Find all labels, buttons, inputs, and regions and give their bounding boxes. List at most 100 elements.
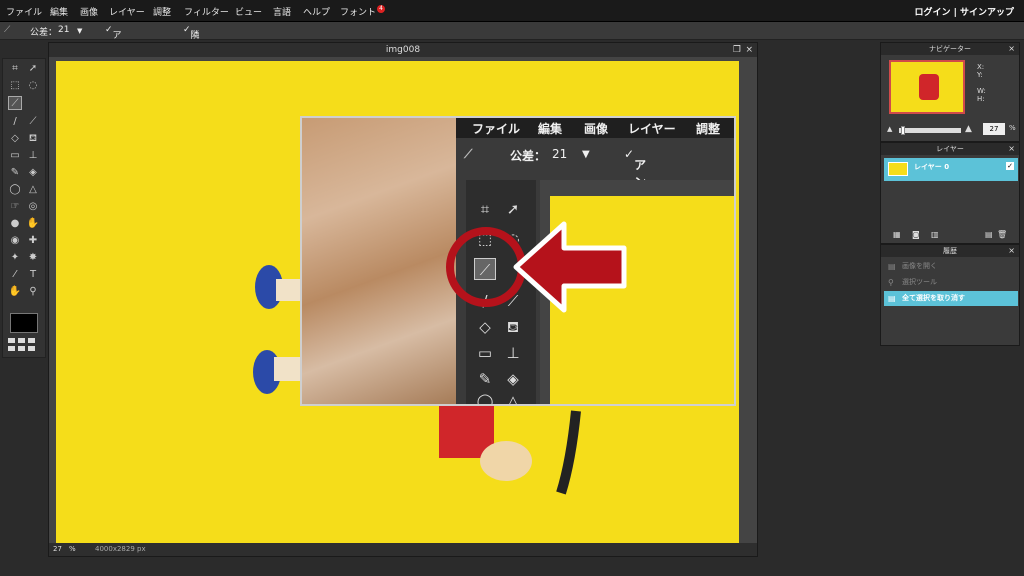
grid-cell[interactable] <box>8 338 15 343</box>
layer-settings-icon[interactable]: ▦ <box>893 230 901 239</box>
marquee-icon[interactable]: ⬚ <box>8 79 22 93</box>
grid-cell[interactable] <box>8 346 15 351</box>
antialias-checkbox[interactable]: ✓アンチエイリアス <box>105 25 122 132</box>
navigator-title-bar: ナビゲーター × <box>881 43 1019 55</box>
brush-icon[interactable]: ⟋ <box>26 115 40 129</box>
tolerance-label: 公差： <box>30 28 58 38</box>
menu-image[interactable]: 画像 <box>80 5 98 18</box>
pointer-arrow <box>513 221 627 313</box>
new-layer-icon[interactable]: ▤ <box>985 230 993 239</box>
blur-icon[interactable]: ◯ <box>8 183 22 197</box>
menu-help[interactable]: ヘルプ <box>303 5 330 18</box>
history-item[interactable]: ▤ 画像を開く <box>884 259 1018 274</box>
history-item-selected[interactable]: ▤ 全て選択を取り消す <box>884 291 1018 306</box>
smudge-icon[interactable]: ☞ <box>8 200 22 214</box>
grid-cell[interactable] <box>18 346 25 351</box>
history-open-icon: ▤ <box>888 262 896 271</box>
navigator-thumbnail[interactable] <box>889 60 965 114</box>
spot-heal-icon[interactable]: ✚ <box>26 234 40 248</box>
tools-panel: ⌗ ➚ ⬚ ◌ ⟋ / ⟋ ◇ ⛾ ▭ ⊥ ✎ ◈ ◯ △ ☞ ◎ ● ✋ ◉ … <box>2 58 46 358</box>
zoom-in-icon[interactable]: ▲ <box>965 124 972 134</box>
bucket-icon[interactable]: ⛾ <box>26 132 40 146</box>
history-select-icon: ⚲ <box>888 278 894 287</box>
font-badge: 4 <box>377 5 386 13</box>
delete-layer-icon[interactable]: 🗑 <box>997 230 1007 239</box>
sharpen-icon[interactable]: △ <box>26 183 40 197</box>
zoom-out-icon[interactable]: ▲ <box>887 125 892 133</box>
x-label: X: <box>977 63 985 71</box>
magic-wand-icon: ⟋ <box>4 25 11 35</box>
burn-icon[interactable]: ✋ <box>26 217 40 231</box>
zoom-slider[interactable] <box>899 126 961 135</box>
restore-icon[interactable]: ❐ <box>733 43 741 57</box>
zoom-icon[interactable]: ⚲ <box>26 285 40 299</box>
stamp-icon[interactable]: ⊥ <box>26 149 40 163</box>
zoom-slider-handle[interactable] <box>901 126 905 135</box>
tolerance-dropdown-icon[interactable]: ▼ <box>77 27 82 35</box>
magic-wand-tool-icon[interactable]: ⟋ <box>8 96 22 110</box>
pencil-icon[interactable]: / <box>8 115 22 129</box>
text-icon[interactable]: T <box>26 268 40 282</box>
navigator-title: ナビゲーター <box>929 45 971 53</box>
thumbnail-figure <box>919 74 939 100</box>
shape-icon[interactable]: ◈ <box>26 166 40 180</box>
move-icon[interactable]: ➚ <box>26 62 40 76</box>
red-eye-icon[interactable]: ◉ <box>8 234 22 248</box>
layers-panel: レイヤー × レイヤー 0 ✓ ▦ ◙ ▥ ▤ 🗑 <box>880 142 1020 244</box>
close-icon[interactable]: × <box>1008 143 1015 155</box>
zoom-unit: % <box>69 545 76 553</box>
image-size: 4000x2829 px <box>95 545 146 553</box>
menu-layer[interactable]: レイヤー <box>109 5 145 18</box>
menu-file[interactable]: ファイル <box>6 5 42 18</box>
tolerance-value[interactable]: 21 <box>58 25 69 35</box>
menu-language[interactable]: 言語 <box>273 5 291 18</box>
navigator-zoom-input[interactable]: 27 <box>983 123 1005 135</box>
history-panel: 履歴 × ▤ 画像を開く ⚲ 選択ツール ▤ 全て選択を取り消す <box>880 244 1020 346</box>
color-swatch[interactable] <box>10 313 38 333</box>
history-title-bar: 履歴 × <box>881 245 1019 257</box>
navigator-zoom-unit: % <box>1009 124 1016 132</box>
layer-style-icon[interactable]: ▥ <box>931 230 939 239</box>
color-replace-icon[interactable]: ✎ <box>8 166 22 180</box>
dodge-icon[interactable]: ● <box>8 217 22 231</box>
hand-icon[interactable]: ✋ <box>8 285 22 299</box>
layers-title-bar: レイヤー × <box>881 143 1019 155</box>
h-label: H: <box>977 95 985 103</box>
grid-cell[interactable] <box>28 338 35 343</box>
close-icon[interactable]: × <box>1008 245 1015 257</box>
w-label: W: <box>977 87 986 95</box>
hand <box>480 441 532 481</box>
layer-thumbnail <box>888 162 908 176</box>
color-picker-icon[interactable]: ⁄ <box>8 268 22 282</box>
crop-icon[interactable]: ⌗ <box>8 62 22 76</box>
layer-row[interactable]: レイヤー 0 ✓ <box>884 158 1018 181</box>
history-item-label: 画像を開く <box>902 262 937 270</box>
menu-adjust[interactable]: 調整 <box>153 5 171 18</box>
eraser-icon[interactable]: ◇ <box>8 132 22 146</box>
close-icon[interactable]: × <box>1008 43 1015 55</box>
menu-font[interactable]: フォント 4 <box>340 5 386 18</box>
pinch-icon[interactable]: ✸ <box>26 251 40 265</box>
options-bar: ⟋ 公差： 21 ▼ ✓アンチエイリアス ✓隣接部 <box>0 22 1024 132</box>
menu-filter[interactable]: フィルター <box>184 5 229 18</box>
zoom-inset: ファイル 編集 画像 レイヤー 調整 ⟋ 公差： 21 ▼ ✓アンチエイリアス … <box>300 116 736 406</box>
gradient-icon[interactable]: ▭ <box>8 149 22 163</box>
menu-font-label: フォント <box>340 8 377 18</box>
canvas-title-bar: img008 ❐ × <box>49 43 757 57</box>
menu-edit[interactable]: 編集 <box>50 5 68 18</box>
status-bar: 27 % 4000x2829 px <box>49 543 757 556</box>
zoom-value[interactable]: 27 <box>53 545 62 553</box>
bloat-icon[interactable]: ✦ <box>8 251 22 265</box>
history-item[interactable]: ⚲ 選択ツール <box>884 275 1018 290</box>
layer-mask-icon[interactable]: ◙ <box>912 230 920 239</box>
login-signup-link[interactable]: ログイン | サインアップ <box>914 5 1014 18</box>
contiguous-checkbox[interactable]: ✓隣接部 <box>183 25 200 67</box>
menu-view[interactable]: ビュー <box>235 5 262 18</box>
close-icon[interactable]: × <box>745 43 753 57</box>
layer-visibility-checkbox[interactable]: ✓ <box>1006 162 1014 170</box>
lasso-icon[interactable]: ◌ <box>26 79 40 93</box>
grid-cell[interactable] <box>18 338 25 343</box>
history-title: 履歴 <box>943 247 957 255</box>
grid-cell[interactable] <box>28 346 35 351</box>
sponge-icon[interactable]: ◎ <box>26 200 40 214</box>
